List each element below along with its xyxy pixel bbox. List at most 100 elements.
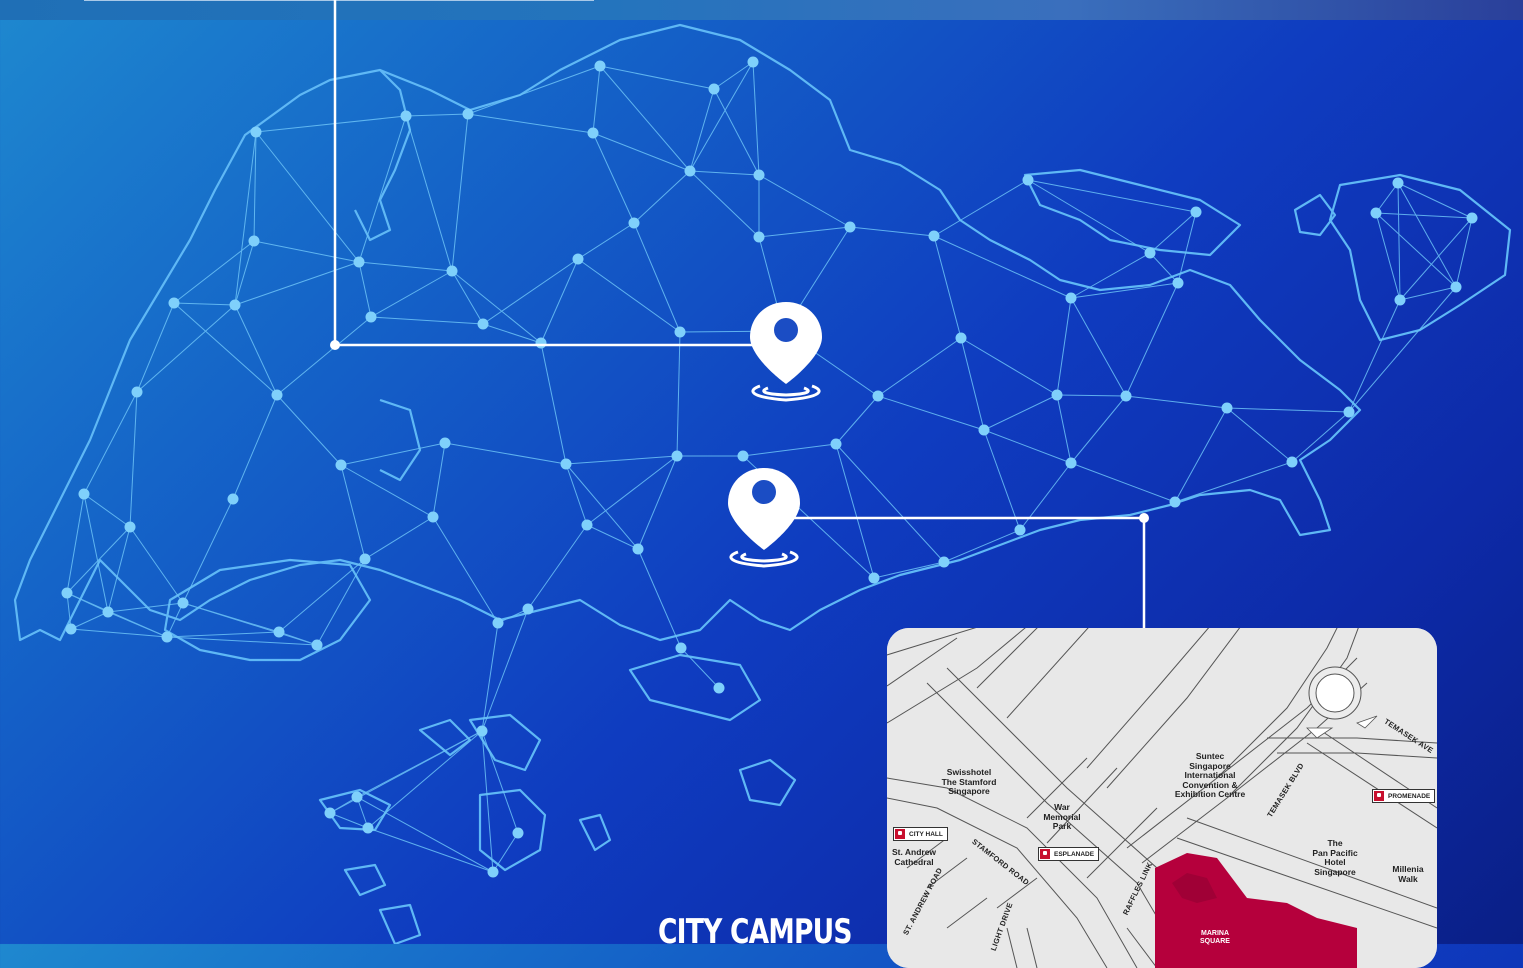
- network-node: [1065, 292, 1077, 304]
- network-link: [358, 115, 407, 263]
- network-node: [572, 253, 584, 265]
- network-node: [439, 437, 451, 449]
- network-node: [708, 83, 720, 95]
- network-link: [689, 170, 760, 238]
- network-link: [1174, 407, 1228, 503]
- network-link: [467, 65, 601, 115]
- network-link: [1397, 182, 1401, 301]
- network-link: [166, 631, 280, 638]
- pulau-tekong-outline: [1328, 173, 1512, 342]
- network-link: [835, 395, 879, 445]
- network-link: [70, 611, 109, 630]
- network-node: [427, 511, 439, 523]
- network-link: [1027, 179, 1151, 254]
- network-link: [367, 827, 494, 873]
- network-link: [182, 602, 280, 633]
- network-node: [1022, 174, 1034, 186]
- network-link: [689, 61, 754, 172]
- city-campus-inset-map[interactable]: Swisshotel The Stamford Singapore War Me…: [887, 628, 1437, 968]
- network-link: [933, 179, 1029, 237]
- network-link: [173, 302, 278, 396]
- network-link: [1375, 182, 1399, 214]
- network-link: [356, 796, 494, 873]
- network-link: [329, 730, 483, 814]
- network-node: [335, 459, 347, 471]
- network-link: [1019, 462, 1072, 531]
- network-link: [405, 113, 469, 117]
- network-node: [273, 626, 285, 638]
- network-node: [446, 265, 458, 277]
- network-link: [278, 558, 366, 633]
- city-campus-pin-icon[interactable]: [718, 466, 810, 572]
- network-node: [227, 493, 239, 505]
- network-node: [161, 631, 173, 643]
- network-node: [351, 791, 363, 803]
- millenia-walk-label: Millenia Walk: [1392, 864, 1424, 884]
- promenade-mrt-label: PROMENADE: [1388, 792, 1431, 800]
- city-campus-heading: CITY CAMPUS: [658, 912, 853, 952]
- network-link: [451, 270, 484, 325]
- network-link: [482, 323, 542, 344]
- network-link: [835, 443, 945, 563]
- network-link: [66, 592, 109, 613]
- network-node: [978, 424, 990, 436]
- network-link: [960, 337, 985, 431]
- network-node: [65, 623, 77, 635]
- network-node: [671, 450, 683, 462]
- network-link: [565, 455, 678, 465]
- network-link: [370, 270, 453, 318]
- network-link: [136, 302, 175, 393]
- esplanade-mrt-label: ESPLANADE: [1054, 850, 1095, 858]
- network-link: [107, 526, 131, 613]
- network-link: [234, 240, 255, 306]
- network-link: [253, 240, 360, 263]
- network-node: [753, 231, 765, 243]
- network-node: [362, 822, 374, 834]
- network-link: [1125, 282, 1179, 397]
- network-link: [1056, 394, 1072, 464]
- network-link: [1399, 286, 1457, 301]
- network-node: [522, 603, 534, 615]
- network-node: [1144, 247, 1156, 259]
- network-link: [1070, 282, 1179, 299]
- network-link: [540, 342, 567, 465]
- network-node: [1394, 294, 1406, 306]
- network-link: [136, 304, 236, 393]
- tekong-small-outline: [1293, 193, 1337, 237]
- network-node: [674, 326, 686, 338]
- network-link: [276, 316, 372, 396]
- network-node: [168, 297, 180, 309]
- network-link: [592, 65, 601, 134]
- network-node: [675, 642, 687, 654]
- network-link: [405, 115, 453, 272]
- north-campus-pin-icon[interactable]: [740, 300, 832, 406]
- network-link: [1027, 179, 1197, 213]
- network-link: [340, 442, 446, 466]
- network-node: [1120, 390, 1132, 402]
- network-link: [432, 516, 499, 624]
- network-link: [358, 261, 453, 272]
- network-link: [1125, 395, 1228, 409]
- network-link: [713, 61, 754, 90]
- network-link: [1375, 212, 1473, 219]
- network-node: [1065, 457, 1077, 469]
- network-node: [1286, 456, 1298, 468]
- network-node: [61, 587, 73, 599]
- network-link: [129, 526, 184, 604]
- network-link: [83, 493, 131, 528]
- network-node: [365, 311, 377, 323]
- southern-island-7: [578, 813, 612, 852]
- network-node: [594, 60, 606, 72]
- network-node: [324, 807, 336, 819]
- network-node: [938, 556, 950, 568]
- network-node: [1466, 212, 1478, 224]
- network-node: [1343, 406, 1355, 418]
- network-link: [1149, 211, 1197, 254]
- main-island-outline: [13, 23, 1362, 642]
- network-link: [451, 113, 469, 272]
- network-node: [487, 866, 499, 878]
- network-node: [1450, 281, 1462, 293]
- network-link: [960, 337, 1058, 396]
- network-node: [1051, 389, 1063, 401]
- network-link: [1375, 212, 1401, 301]
